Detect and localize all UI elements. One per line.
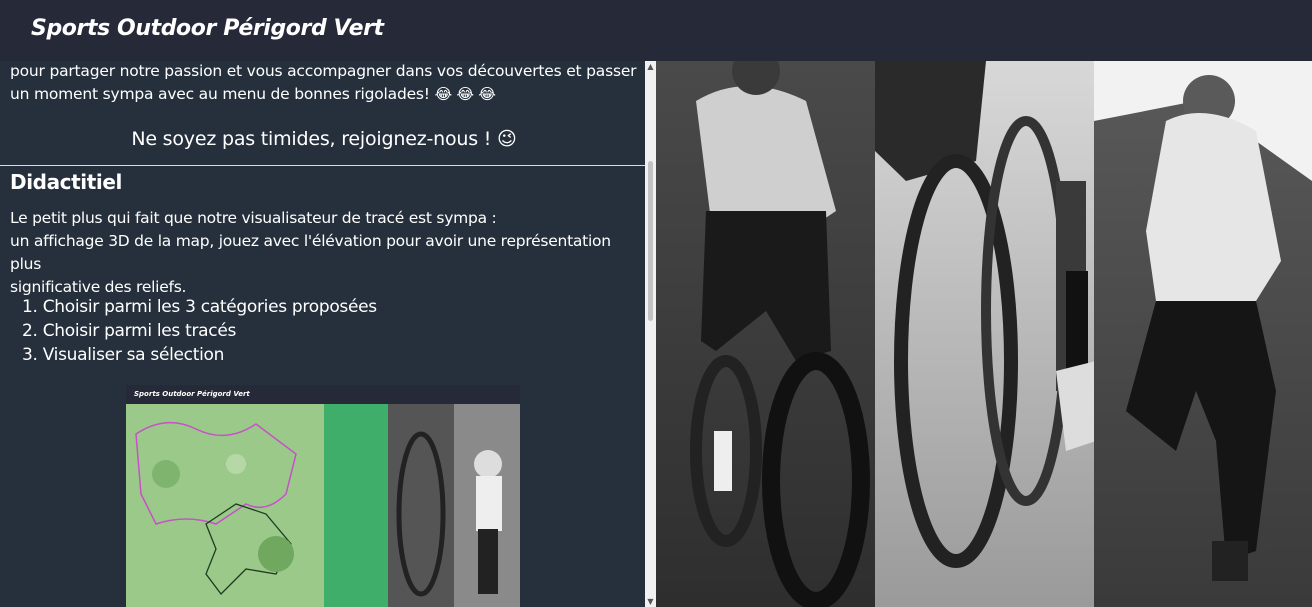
preview-photos <box>388 404 520 607</box>
step-item: 1. Choisir parmi les 3 catégories propos… <box>22 297 377 317</box>
scrollbar[interactable]: ▲ ▼ <box>645 61 656 607</box>
app-title[interactable]: Sports Outdoor Périgord Vert <box>31 16 384 41</box>
intro-line-2: un moment sympa avec au menu de bonnes r… <box>10 85 430 103</box>
tutorial-preview-image: Sports Outdoor Périgord Vert <box>126 385 520 607</box>
chevron-down-icon[interactable]: ▼ <box>646 597 655 606</box>
preview-header: Sports Outdoor Périgord Vert <box>126 385 520 404</box>
desc-line-1: Le petit plus qui fait que notre visuali… <box>10 209 497 227</box>
step-item: 2. Choisir parmi les tracés <box>22 321 237 341</box>
preview-green-panel <box>324 404 388 607</box>
desc-line-2: un affichage 3D de la map, jouez avec l'… <box>10 232 611 273</box>
scroll-thumb[interactable] <box>648 161 653 321</box>
invite-text: Ne soyez pas timides, rejoignez-nous ! 😉 <box>131 128 517 150</box>
section-title: Didactitiel <box>10 170 122 194</box>
laughing-emoji-icon: 😂 😂 😂 <box>434 85 496 103</box>
intro-line-2-wrap: un moment sympa avec au menu de bonnes r… <box>10 83 640 106</box>
step-item: 3. Visualiser sa sélection <box>22 345 225 365</box>
preview-map <box>126 404 324 607</box>
intro-paragraph: pour partager notre passion et vous acco… <box>10 61 640 106</box>
divider <box>0 165 648 166</box>
intro-line-1: pour partager notre passion et vous acco… <box>10 62 637 80</box>
didacticiel-description: Le petit plus qui fait que notre visuali… <box>10 207 646 299</box>
preview-title: Sports Outdoor Périgord Vert <box>134 390 250 398</box>
hero-photo-collage <box>656 61 1312 607</box>
content-panel: pour partager notre passion et vous acco… <box>0 61 648 607</box>
steps-list: 1. Choisir parmi les 3 catégories propos… <box>22 295 377 367</box>
top-navbar: Sports Outdoor Périgord Vert <box>0 0 1312 61</box>
chevron-up-icon[interactable]: ▲ <box>646 62 655 71</box>
